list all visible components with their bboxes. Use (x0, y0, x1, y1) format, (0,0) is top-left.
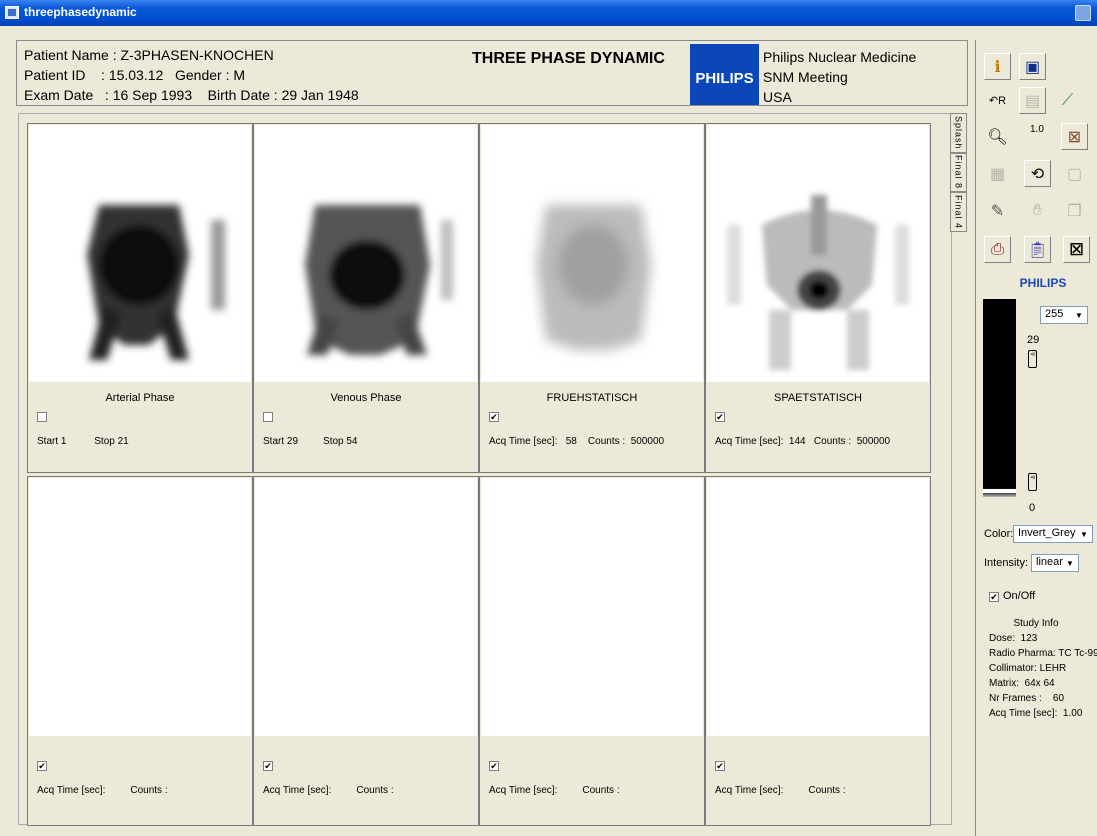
panel-info: Acq Time [sec]: Counts : (37, 785, 168, 796)
image-panel[interactable]: ✔ Acq Time [sec]: Counts : (705, 476, 931, 826)
hand-icon: ✋︎ (1032, 201, 1043, 219)
refresh-icon[interactable]: ⟲ (1024, 160, 1051, 187)
intensity-value: linear (1036, 556, 1063, 568)
panel-info: Acq Time [sec]: Counts : (715, 785, 846, 796)
zoom-value: 1.0 (1030, 124, 1044, 135)
scan-image (255, 125, 477, 382)
study-info-dose: Dose: 123 (989, 633, 1038, 644)
save-disabled-icon: ▢ (1066, 165, 1083, 183)
study-info-title: Study Info (1013, 618, 1059, 629)
monitor-icon[interactable]: ▣ (1019, 53, 1046, 80)
panel-label: Arterial Phase (105, 392, 175, 404)
panel-checkbox[interactable] (263, 412, 273, 422)
color-scale-bar (983, 299, 1016, 497)
scan-image (29, 125, 251, 382)
app-icon (5, 6, 19, 19)
study-info-acq-time: Acq Time [sec]: 1.00 (989, 708, 1083, 719)
application-window: threephasedynamic Patient Name : Z-3PHAS… (0, 0, 1097, 836)
color-map-value: Invert_Grey (1018, 527, 1076, 539)
image-panel[interactable]: SPAETSTATISCH ✔ Acq Time [sec]: 144 Coun… (705, 123, 931, 473)
study-title: THREE PHASE DYNAMIC (472, 50, 665, 67)
max-display-value: 29 (1027, 334, 1040, 346)
disk-disabled-icon: ▤ (1019, 87, 1046, 114)
scan-image (481, 478, 703, 736)
chevron-down-icon: ▼ (1077, 527, 1091, 541)
panel-checkbox[interactable]: ✔ (489, 761, 499, 771)
scan-image (255, 478, 477, 736)
copy-icon: ❐ (1067, 202, 1082, 220)
panel-label: Venous Phase (330, 392, 402, 404)
zoom-icon[interactable]: 🔍︎ (984, 123, 1011, 150)
pencil-icon[interactable]: ✎ (984, 197, 1011, 224)
chevron-down-icon: ▼ (1072, 308, 1086, 322)
clipboard-icon[interactable]: 📋︎ (1024, 236, 1051, 263)
panel-checkbox[interactable]: ✔ (263, 761, 273, 771)
panel-label: FRUEHSTATISCH (546, 392, 638, 404)
image-panel[interactable]: ✔ Acq Time [sec]: Counts : (479, 476, 705, 826)
patient-id-gender: Patient ID : 15.03.12 Gender : M (24, 67, 246, 83)
panel-info: Acq Time [sec]: 58 Counts : 500000 (489, 436, 665, 447)
philips-logo: PHILIPS (690, 44, 759, 105)
info-icon[interactable]: i (984, 53, 1011, 80)
org-line: Philips Nuclear Medicine (763, 49, 917, 65)
panel-info: Acq Time [sec]: Counts : (489, 785, 620, 796)
toolbar-brand: PHILIPS (1019, 276, 1067, 290)
study-info-radio-pharma: Radio Pharma: TC Tc-99m (989, 648, 1097, 659)
panel-checkbox[interactable]: ✔ (489, 412, 499, 422)
color-map-select[interactable]: Invert_Grey ▼ (1013, 525, 1093, 543)
panel-checkbox[interactable]: ✔ (715, 761, 725, 771)
tab-splash[interactable]: Splash (950, 113, 967, 153)
upper-level-slider[interactable]: ⊲ (1028, 350, 1037, 368)
calculator-icon: ▦ (989, 165, 1006, 183)
title-bar: threephasedynamic (0, 0, 1097, 26)
panel-checkbox[interactable]: ✔ (37, 761, 47, 771)
panel-info: Start 1 Stop 21 (37, 436, 129, 447)
max-select-value: 255 (1045, 308, 1064, 320)
panel-label: SPAETSTATISCH (773, 392, 862, 404)
image-panel[interactable]: Arterial Phase Start 1 Stop 21 (27, 123, 253, 473)
study-info-nr-frames: Nr Frames : 60 (989, 693, 1065, 704)
onoff-label: On/Off (1003, 590, 1036, 602)
exam-birth-date: Exam Date : 16 Sep 1993 Birth Date : 29 … (24, 87, 359, 103)
tab-final-4[interactable]: Final 4 (950, 192, 967, 232)
organization-info: Philips Nuclear Medicine SNM Meeting USA (763, 47, 916, 107)
study-info-matrix: Matrix: 64x 64 (989, 678, 1055, 689)
syringe-icon[interactable]: ⟋ (1054, 87, 1081, 114)
color-label: Color: (984, 528, 1014, 540)
min-display-value: 0 (1029, 502, 1036, 514)
onoff-checkbox[interactable]: ✔ (989, 592, 999, 602)
window-title: threephasedynamic (24, 5, 137, 19)
image-panel[interactable]: ✔ Acq Time [sec]: Counts : (253, 476, 479, 826)
scan-image (481, 125, 703, 382)
study-info-collimator: Collimator: LEHR (989, 663, 1067, 674)
patient-name: Patient Name : Z-3PHASEN-KNOCHEN (24, 47, 274, 63)
close-box-icon[interactable]: ☒ (1063, 236, 1090, 263)
image-panel[interactable]: ✔ Acq Time [sec]: Counts : (27, 476, 253, 826)
org-line: USA (763, 89, 792, 105)
max-value-select[interactable]: 255 ▼ (1040, 306, 1088, 324)
panel-checkbox[interactable] (37, 412, 47, 422)
patient-header: Patient Name : Z-3PHASEN-KNOCHEN Patient… (16, 40, 968, 106)
lower-level-slider[interactable]: ⊲ (1028, 473, 1037, 491)
tab-final-8[interactable]: Final 8 (950, 153, 967, 192)
chevron-down-icon: ▼ (1063, 556, 1077, 570)
rotate-r-icon[interactable]: ↶R (984, 87, 1011, 114)
intensity-label: Intensity: (984, 557, 1029, 569)
panel-info: Start 29 Stop 54 (263, 436, 358, 447)
image-panel[interactable]: FRUEHSTATISCH ✔ Acq Time [sec]: 58 Count… (479, 123, 705, 473)
window-close-button[interactable] (1075, 5, 1091, 21)
scan-image (707, 125, 929, 382)
study-info: Study Info Dose: 123 Radio Pharma: TC Tc… (989, 616, 1097, 721)
panel-checkbox[interactable]: ✔ (715, 412, 725, 422)
intensity-select[interactable]: linear ▼ (1031, 554, 1079, 572)
image-edit-icon[interactable]: ⊠ (1061, 123, 1088, 150)
org-line: SNM Meeting (763, 69, 848, 85)
scan-image (707, 478, 929, 736)
print-icon[interactable]: ⎙ (984, 236, 1011, 263)
panel-info: Acq Time [sec]: Counts : (263, 785, 394, 796)
image-grid: Arterial Phase Start 1 Stop 21 Venous Ph… (18, 113, 952, 826)
scan-image (29, 478, 251, 736)
image-panel[interactable]: Venous Phase Start 29 Stop 54 (253, 123, 479, 473)
panel-info: Acq Time [sec]: 144 Counts : 500000 (715, 436, 891, 447)
